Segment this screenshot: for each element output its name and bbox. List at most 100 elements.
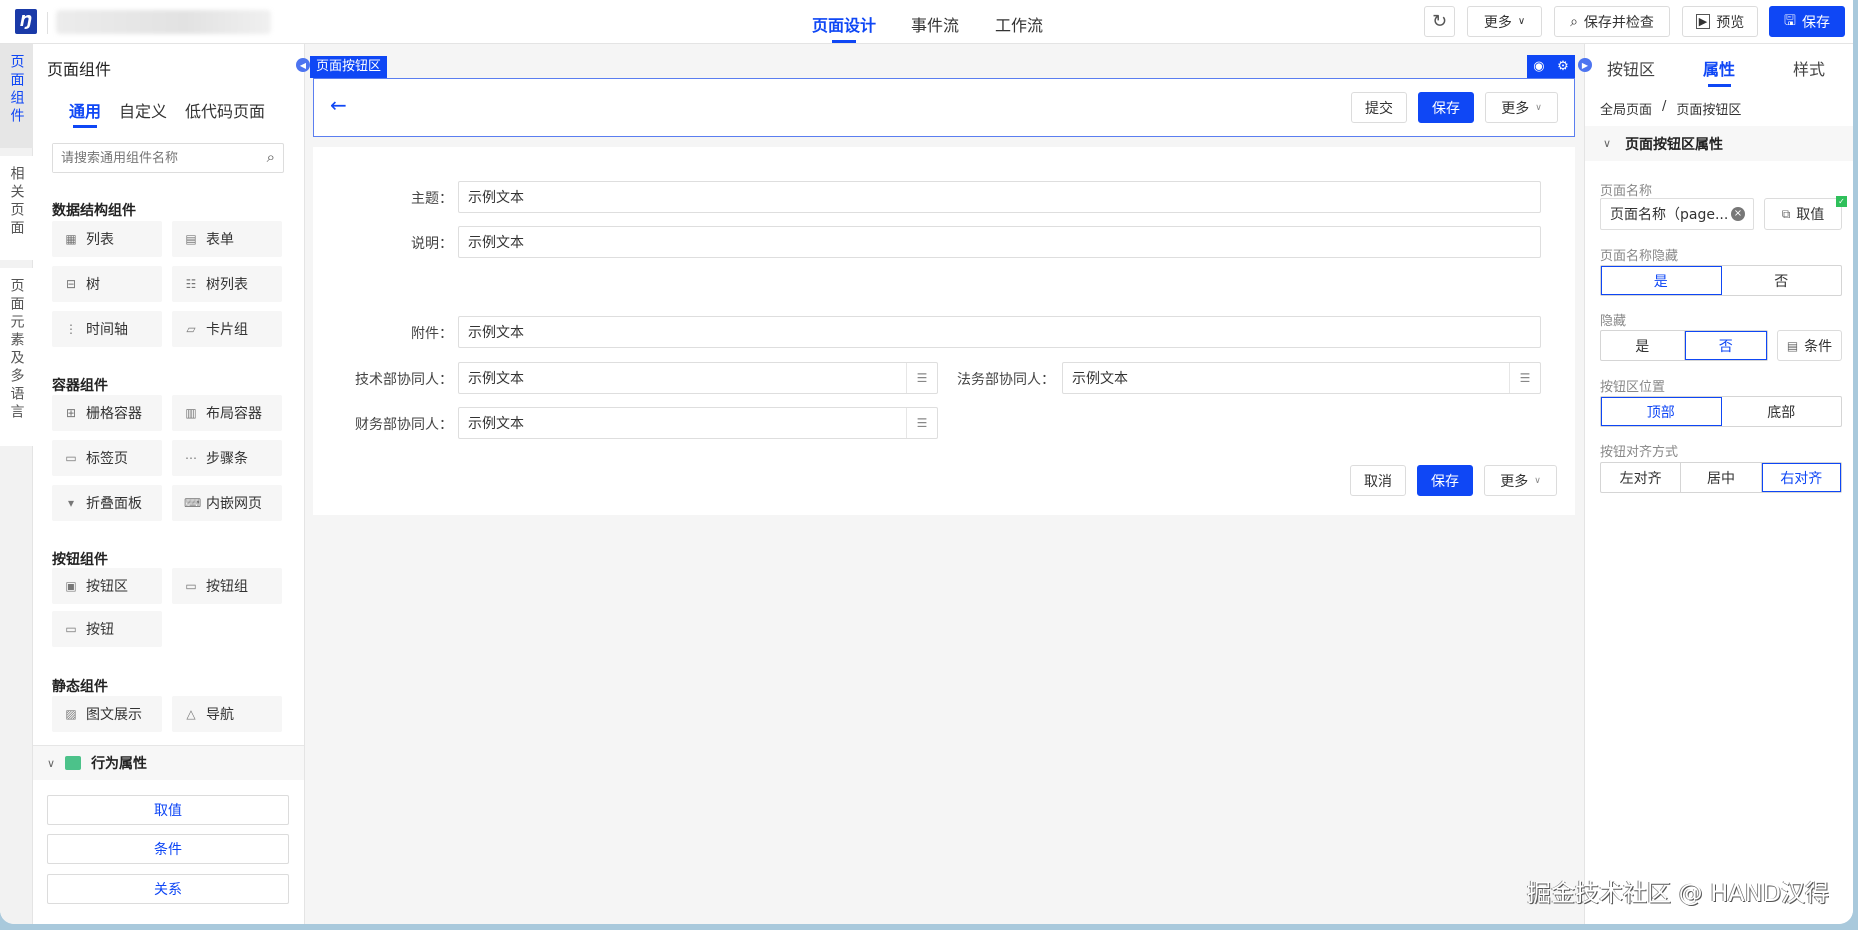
more-button[interactable]: 更多 ∨ bbox=[1484, 465, 1557, 496]
back-arrow-icon[interactable]: ← bbox=[330, 93, 347, 117]
watermark: 掘金技术社区 @ HAND汉得 bbox=[1527, 879, 1830, 907]
search-icon[interactable]: ⌕ bbox=[267, 148, 275, 166]
top-bar: Ŋ 页面设计 事件流 工作流 ↻ 更多 ∨ ⌕ 保存并检查 ▶ 预览 🖫 保存 bbox=[0, 0, 1853, 44]
component-label: 卡片组 bbox=[206, 322, 248, 338]
component-item[interactable]: ▭ 标签页 bbox=[52, 440, 162, 476]
preview-button[interactable]: ▶ 预览 bbox=[1682, 6, 1758, 37]
option-right[interactable]: 右对齐 bbox=[1761, 463, 1841, 492]
clear-icon[interactable]: × bbox=[1731, 207, 1745, 221]
component-item[interactable]: ▥ 布局容器 bbox=[172, 395, 282, 431]
eye-icon[interactable]: ◉ bbox=[1533, 59, 1544, 74]
option-no[interactable]: 否 bbox=[1722, 266, 1842, 295]
breadcrumb-item[interactable]: 全局页面 bbox=[1600, 99, 1652, 118]
attachment-input[interactable]: 示例文本 bbox=[458, 316, 1541, 348]
tab-general[interactable]: 通用 bbox=[69, 98, 101, 122]
component-item[interactable]: ▱ 卡片组 bbox=[172, 311, 282, 347]
option-no[interactable]: 否 bbox=[1684, 331, 1767, 360]
component-item[interactable]: ☷ 树列表 bbox=[172, 266, 282, 302]
component-item[interactable]: ▾ 折叠面板 bbox=[52, 485, 162, 521]
component-item[interactable]: ▣ 按钮区 bbox=[52, 568, 162, 604]
save-and-check-button[interactable]: ⌕ 保存并检查 bbox=[1554, 6, 1670, 37]
tab-lowcode-page[interactable]: 低代码页面 bbox=[185, 98, 265, 122]
section-header[interactable]: ∨ 页面按钮区属性 bbox=[1585, 126, 1853, 161]
more-button[interactable]: 更多 ∨ bbox=[1467, 6, 1542, 37]
hidden-toggle[interactable]: 是 否 bbox=[1600, 330, 1768, 361]
button-area[interactable]: ← 提交 保存 更多 ∨ bbox=[313, 78, 1575, 137]
collapse-left-handle[interactable]: ◀ bbox=[296, 58, 310, 72]
field-label-tech: 技术部协同人： bbox=[355, 372, 453, 388]
more-button[interactable]: 更多 ∨ bbox=[1485, 92, 1558, 123]
description-input[interactable]: 示例文本 bbox=[458, 226, 1541, 258]
component-search[interactable]: ⌕ bbox=[52, 143, 284, 173]
component-label: 栅格容器 bbox=[86, 406, 142, 422]
tab-custom[interactable]: 自定义 bbox=[119, 98, 167, 122]
option-left[interactable]: 左对齐 bbox=[1601, 463, 1682, 492]
component-item[interactable]: ▭ 按钮 bbox=[52, 611, 162, 647]
field-label-finance: 财务部协同人： bbox=[355, 417, 453, 433]
breadcrumb-item[interactable]: 页面按钮区 bbox=[1676, 99, 1741, 118]
subject-input[interactable]: 示例文本 bbox=[458, 181, 1541, 213]
condition-button[interactable]: ▤ 条件 bbox=[1777, 330, 1842, 361]
refresh-button[interactable]: ↻ bbox=[1424, 6, 1455, 37]
collapse-right-handle[interactable]: ▶ bbox=[1578, 58, 1592, 72]
behavior-title: 行为属性 bbox=[91, 756, 148, 772]
tab-button-area[interactable]: 按钮区 bbox=[1607, 56, 1655, 80]
fetch-value-button[interactable]: ⧉ 取值 bbox=[1764, 198, 1842, 230]
component-item[interactable]: ⋮ 时间轴 bbox=[52, 311, 162, 347]
lookup-icon[interactable]: ☰ bbox=[906, 408, 937, 438]
condition-button[interactable]: 条件 bbox=[47, 834, 289, 864]
more-label: 更多 bbox=[1500, 473, 1529, 490]
component-item[interactable]: ⌨ 内嵌网页 bbox=[172, 485, 282, 521]
tab-style[interactable]: 样式 bbox=[1793, 56, 1825, 80]
side-tab-page-components[interactable]: 页面组件 bbox=[0, 44, 33, 148]
finance-collaborator-input[interactable]: 示例文本 ☰ bbox=[458, 407, 938, 439]
save-button[interactable]: 保存 bbox=[1417, 465, 1473, 496]
page-name-input[interactable]: 页面名称（page... × bbox=[1600, 198, 1754, 230]
page-name-label: 页面名称 bbox=[1600, 180, 1653, 200]
hidden-label: 隐藏 bbox=[1600, 314, 1627, 329]
side-tab-page-elements[interactable]: 页面元素及多语言 bbox=[0, 268, 33, 446]
search-input[interactable] bbox=[53, 144, 253, 172]
tab-workflow[interactable]: 工作流 bbox=[995, 12, 1043, 36]
component-item[interactable]: ⊟ 树 bbox=[52, 266, 162, 302]
panel-title: 页面组件 bbox=[47, 60, 112, 79]
name-hidden-toggle[interactable]: 是 否 bbox=[1600, 265, 1842, 296]
cancel-button[interactable]: 取消 bbox=[1350, 465, 1406, 496]
component-item[interactable]: ⊞ 栅格容器 bbox=[52, 395, 162, 431]
tech-collaborator-input[interactable]: 示例文本 ☰ bbox=[458, 362, 938, 394]
component-item[interactable]: ▭ 按钮组 bbox=[172, 568, 282, 604]
behavior-header[interactable]: ∨ 行为属性 bbox=[33, 745, 304, 780]
fetch-value-button[interactable]: 取值 bbox=[47, 795, 289, 825]
submit-button[interactable]: 提交 bbox=[1351, 92, 1407, 123]
position-toggle[interactable]: 顶部 底部 bbox=[1600, 396, 1842, 427]
component-item[interactable]: ▤ 表单 bbox=[172, 221, 282, 257]
option-yes[interactable]: 是 bbox=[1601, 331, 1685, 360]
section-title: 页面按钮区属性 bbox=[1625, 136, 1724, 153]
side-tab-related-pages[interactable]: 相关页面 bbox=[0, 156, 33, 260]
tree-icon: ⊟ bbox=[65, 277, 77, 291]
legal-collaborator-input[interactable]: 示例文本 ☰ bbox=[1062, 362, 1541, 394]
save-button[interactable]: 🖫 保存 bbox=[1769, 6, 1845, 37]
align-toggle[interactable]: 左对齐 居中 右对齐 bbox=[1600, 462, 1842, 493]
component-item[interactable]: △ 导航 bbox=[172, 696, 282, 732]
tab-page-design[interactable]: 页面设计 bbox=[812, 12, 876, 36]
condition-label: 条件 bbox=[1804, 338, 1833, 355]
save-button[interactable]: 保存 bbox=[1418, 92, 1474, 123]
tab-properties[interactable]: 属性 bbox=[1703, 56, 1735, 80]
component-item[interactable]: ▨ 图文展示 bbox=[52, 696, 162, 732]
relation-button[interactable]: 关系 bbox=[47, 874, 289, 904]
lookup-icon[interactable]: ☰ bbox=[1509, 363, 1540, 393]
breadcrumb: 全局页面 / 页面按钮区 bbox=[1600, 99, 1741, 118]
layout-icon: ▥ bbox=[185, 406, 197, 420]
section-title: 容器组件 bbox=[52, 378, 108, 394]
option-top[interactable]: 顶部 bbox=[1601, 397, 1722, 426]
option-center[interactable]: 居中 bbox=[1681, 463, 1762, 492]
gear-icon[interactable]: ⚙ bbox=[1557, 59, 1569, 74]
component-item[interactable]: ▦ 列表 bbox=[52, 221, 162, 257]
page-name-value: 页面名称（page... bbox=[1610, 207, 1729, 223]
tab-event-flow[interactable]: 事件流 bbox=[911, 12, 959, 36]
option-yes[interactable]: 是 bbox=[1601, 266, 1722, 295]
component-item[interactable]: ⋯ 步骤条 bbox=[172, 440, 282, 476]
image-text-icon: ▨ bbox=[65, 707, 77, 721]
option-bottom[interactable]: 底部 bbox=[1722, 397, 1842, 426]
